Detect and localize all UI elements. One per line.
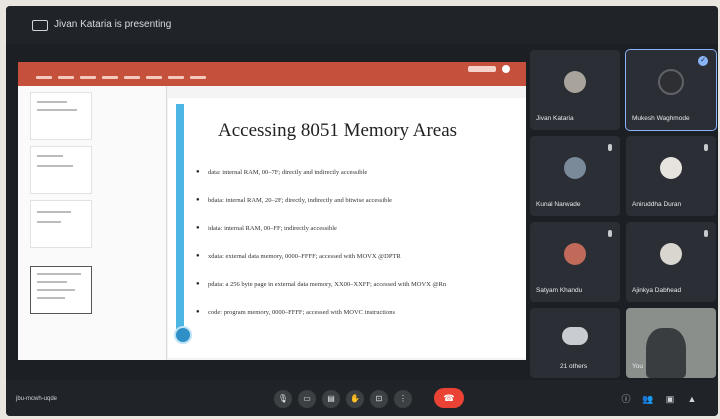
slide-thumbnails <box>18 86 167 360</box>
avatar <box>660 243 682 265</box>
slide-thumbnail-selected[interactable] <box>30 266 92 314</box>
mic-muted-icon <box>704 144 708 151</box>
participant-tile[interactable]: Aniruddha Duran <box>626 136 716 216</box>
captions-icon[interactable]: ▤ <box>322 390 340 408</box>
slide-thumbnail[interactable] <box>30 92 92 140</box>
ppt-avatar <box>502 65 510 73</box>
participant-name: Aniruddha Duran <box>632 201 682 208</box>
participant-name: Kunal Narwade <box>536 201 581 208</box>
participant-name: Satyam Khandu <box>536 287 583 294</box>
participant-tile[interactable]: Jivan Kataria <box>530 50 620 130</box>
slide-thumbnail[interactable] <box>30 200 92 248</box>
slide-bullets: data: internal RAM, 00–7F; directly and … <box>196 168 526 336</box>
present-icon[interactable]: ⊡ <box>370 390 388 408</box>
others-tile[interactable]: 21 others <box>530 308 620 378</box>
mic-muted-icon <box>704 230 708 237</box>
slide-logo <box>174 326 192 344</box>
participant-tile[interactable]: Kunal Narwade <box>530 136 620 216</box>
ppt-ribbon <box>18 62 526 86</box>
info-icon[interactable]: ⓘ <box>620 393 632 405</box>
slide-bullet: data: internal RAM, 00–7F; directly and … <box>196 168 526 177</box>
meet-window: Jivan Kataria is presenting Accessing 80… <box>6 6 718 416</box>
presenter-status: Jivan Kataria is presenting <box>54 19 172 30</box>
meeting-code: jbu-mcwh-uqde <box>16 396 58 402</box>
shared-screen: Accessing 8051 Memory Areas data: intern… <box>18 62 526 360</box>
more-options-icon[interactable]: ⋮ <box>394 390 412 408</box>
slide-bullet: xdata: external data memory, 0000–FFFF; … <box>196 252 526 261</box>
slide-thumbnail[interactable] <box>30 146 92 194</box>
participant-tile[interactable]: Satyam Khandu <box>530 222 620 302</box>
avatar <box>660 157 682 179</box>
group-avatar-icon <box>562 327 588 345</box>
present-screen-icon <box>32 20 48 31</box>
slide-bullet: pdata: a 256 byte page in external data … <box>196 280 526 289</box>
others-count: 21 others <box>560 363 588 370</box>
microphone-icon[interactable]: 🎙 <box>274 390 292 408</box>
avatar <box>658 69 684 95</box>
avatar <box>564 157 586 179</box>
bottom-bar: jbu-mcwh-uqde 🎙 ▭ ▤ ✋ ⊡ ⋮ ☎ ⓘ 👥 ▣ ▲ <box>6 380 718 416</box>
end-call-button[interactable]: ☎ <box>434 388 464 408</box>
participant-tile-pinned[interactable]: ✓ Mukesh Waghmode <box>625 49 717 131</box>
slide-bullet: bdata: internal RAM, 20–2F; directly, in… <box>196 196 526 205</box>
participant-tile[interactable]: Ajinkya Dabhead <box>626 222 716 302</box>
slide-bullet: idata: internal RAM, 00–FF; indirectly a… <box>196 224 526 233</box>
participant-name: Mukesh Waghmode <box>632 115 690 122</box>
pin-icon[interactable]: ✓ <box>698 56 708 66</box>
slide-accent-bar <box>176 104 184 334</box>
mic-muted-icon <box>608 230 612 237</box>
self-person <box>646 328 686 378</box>
ppt-menu <box>36 76 236 80</box>
self-view-tile[interactable]: You <box>626 308 716 378</box>
participant-name: Jivan Kataria <box>536 115 574 122</box>
current-slide: Accessing 8051 Memory Areas data: intern… <box>168 98 526 358</box>
participant-name: You <box>632 363 643 370</box>
participant-name: Ajinkya Dabhead <box>632 287 682 294</box>
mic-muted-icon <box>608 144 612 151</box>
avatar <box>564 243 586 265</box>
slide-title: Accessing 8051 Memory Areas <box>218 120 458 141</box>
ppt-user-badge <box>468 66 496 72</box>
camera-icon[interactable]: ▭ <box>298 390 316 408</box>
top-bar: Jivan Kataria is presenting <box>6 6 718 44</box>
people-icon[interactable]: 👥 <box>642 393 654 405</box>
raise-hand-icon[interactable]: ✋ <box>346 390 364 408</box>
activities-icon[interactable]: ▲ <box>686 393 698 405</box>
chat-icon[interactable]: ▣ <box>664 393 676 405</box>
avatar <box>564 71 586 93</box>
slide-bullet: code: program memory, 0000–FFFF; accesse… <box>196 308 526 317</box>
